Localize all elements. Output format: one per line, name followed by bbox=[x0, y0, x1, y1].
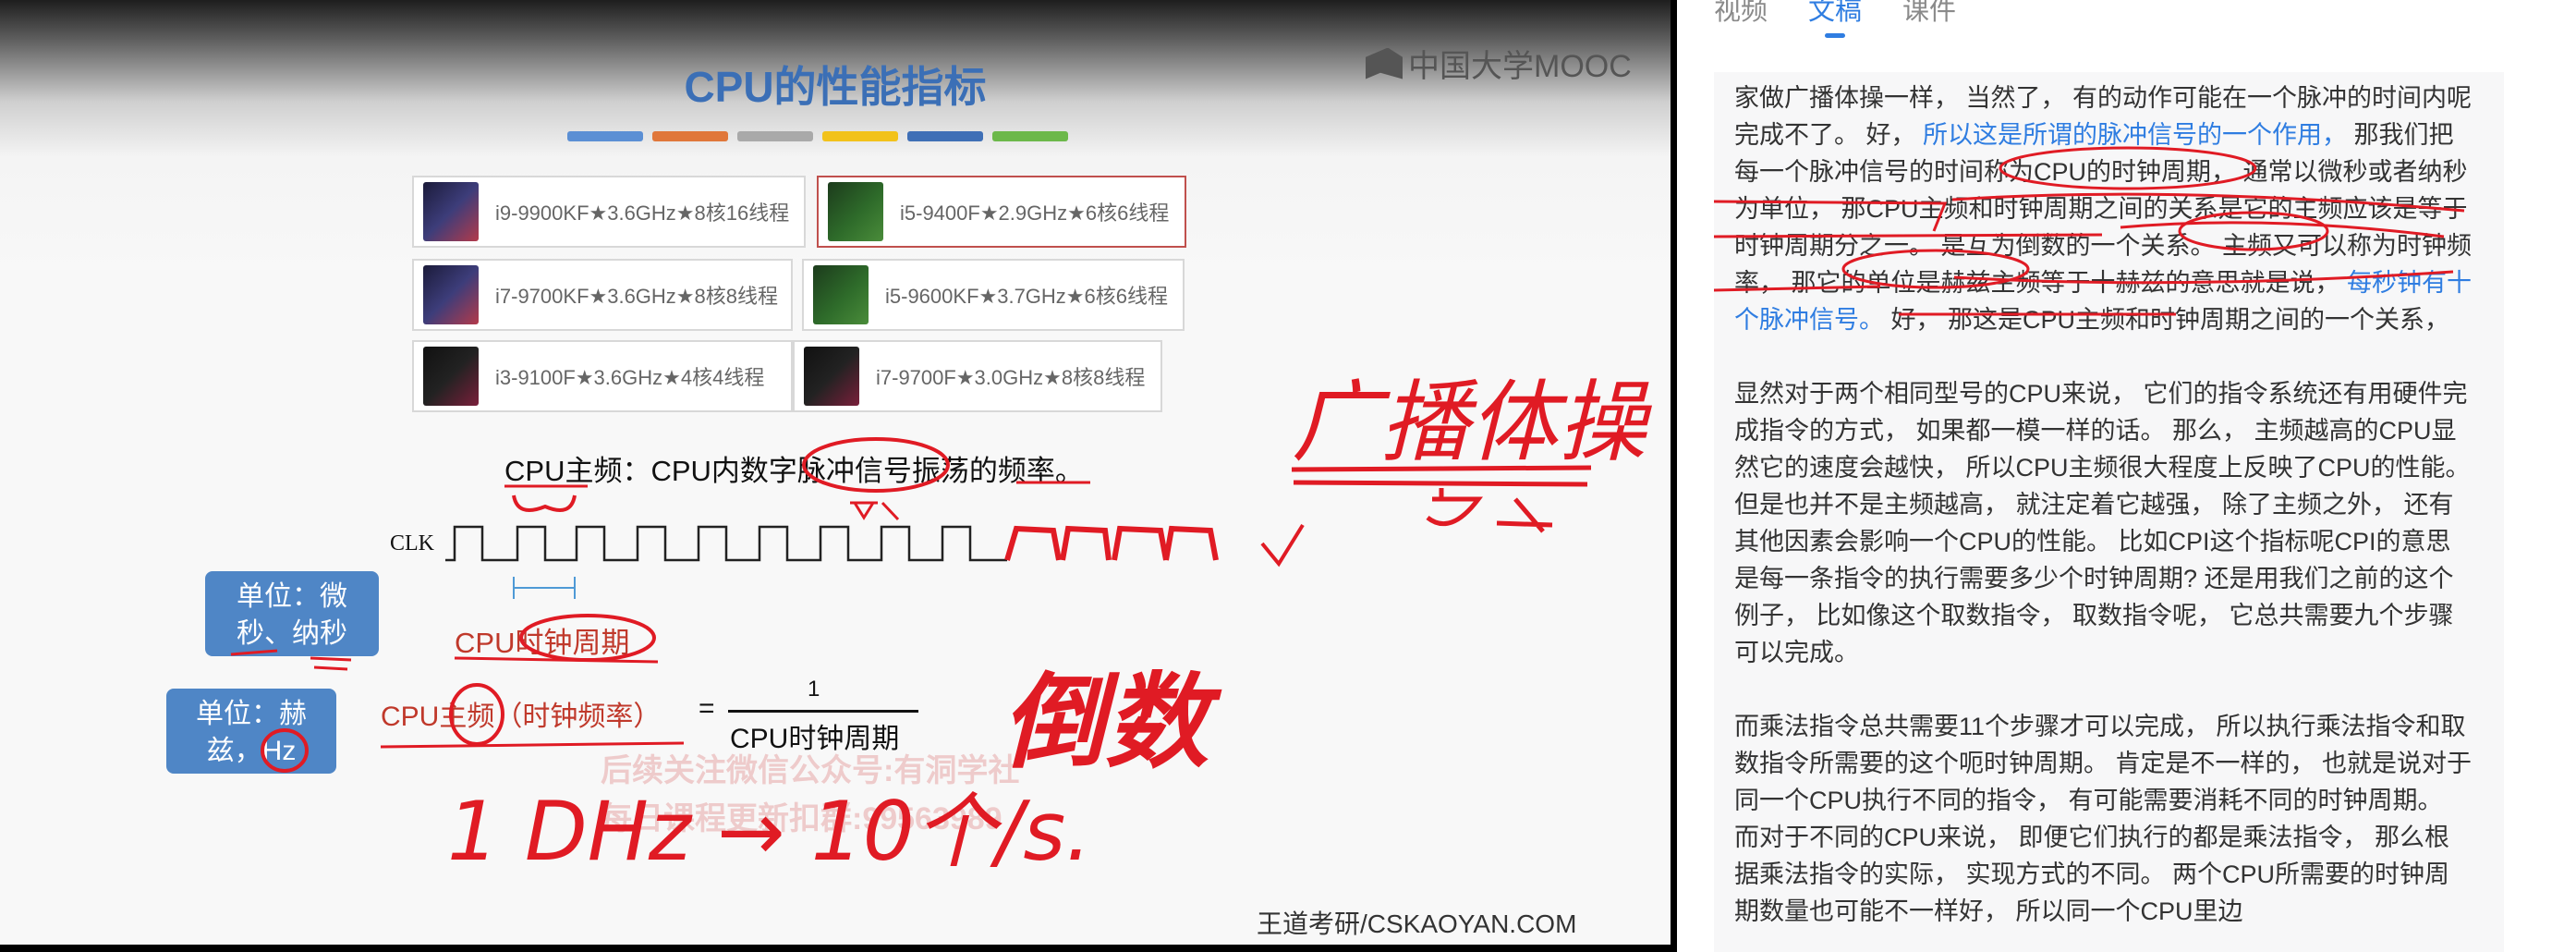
footer-brand: 王道考研/CSKAOYAN.COM bbox=[1257, 909, 1577, 938]
tab-transcript[interactable]: 文稿 bbox=[1808, 0, 1862, 38]
transcript-paragraph: 显然对于两个相同型号的CPU来说， 它们的指令系统还有用硬件完成指令的方式， 如… bbox=[1734, 375, 2473, 671]
transcript-highlight: 所以这是所谓的脉冲信号的一个作用， bbox=[1923, 121, 2348, 149]
callout-period-unit: 单位：微秒、纳秒 bbox=[205, 571, 379, 656]
mooc-logo-text: 中国大学MOOC bbox=[1408, 49, 1632, 84]
transcript-text: 家做广播体操一样， 当然了， 有的动作可能在一个脉冲的时间内呢完成不了。 好， … bbox=[1734, 79, 2473, 952]
cpu-label: i5-9600KF★3.7GHz★6核6线程 bbox=[885, 285, 1169, 308]
clock-period-label: CPU时钟周期 bbox=[455, 627, 630, 659]
cpu-card: i3-9100F★3.6GHz★4核4线程 bbox=[412, 340, 793, 412]
color-bar bbox=[822, 131, 898, 141]
transcript-segment: 好， 那这是CPU主频和时钟周期之间的一个关系， bbox=[1884, 306, 2450, 334]
transcript-paragraph: 家做广播体操一样， 当然了， 有的动作可能在一个脉冲的时间内呢完成不了。 好， … bbox=[1734, 79, 2473, 338]
cpu-card-selected: i5-9400F★2.9GHz★6核6线程 bbox=[817, 176, 1186, 248]
check-mark bbox=[1260, 523, 1305, 568]
transcript-segment: 显然对于两个相同型号的CPU来说， 它们的指令系统还有用硬件完成指令的方式， 如… bbox=[1734, 380, 2471, 666]
callout-period-text: 单位：微秒、纳秒 bbox=[237, 581, 347, 649]
cpu-card: i5-9600KF★3.7GHz★6核6线程 bbox=[802, 259, 1185, 331]
cpu-label: i7-9700F★3.0GHz★8核8线程 bbox=[876, 366, 1146, 389]
tab-courseware[interactable]: 课件 bbox=[1902, 0, 1956, 28]
note-reciprocal: 倒数 bbox=[1002, 663, 1222, 783]
transcript-panel: 视频 文稿 课件 家做广播体操一样， 当然了， 有的动作可能在一个脉冲的时间内呢… bbox=[1677, 0, 2576, 952]
cpu-label: i3-9100F★3.6GHz★4核4线程 bbox=[495, 366, 765, 389]
clk-waveform-handwritten bbox=[1004, 525, 1219, 561]
cpu-chip-icon bbox=[423, 265, 479, 324]
lecture-slide: CPU的性能指标 中国大学MOOC i9-9900KF★3.6GHz★8核16线… bbox=[0, 0, 1671, 945]
cpu-chip-icon bbox=[804, 347, 859, 406]
period-measure-arrow bbox=[513, 577, 576, 599]
watermark-line-1: 后续关注微信公众号:有洞学社 bbox=[601, 753, 1020, 788]
cpu-card: i7-9700KF★3.6GHz★8核8线程 bbox=[412, 259, 793, 331]
cpu-label: i7-9700KF★3.6GHz★8核8线程 bbox=[495, 285, 779, 308]
color-bar bbox=[567, 131, 643, 141]
equals-sign: = bbox=[699, 693, 715, 724]
mooc-logo-icon bbox=[1366, 47, 1403, 79]
clk-waveform bbox=[445, 525, 1007, 562]
clk-label: CLK bbox=[390, 531, 434, 555]
panel-tabs: 视频 文稿 课件 bbox=[1714, 0, 1956, 38]
cpu-card: i7-9700F★3.0GHz★8核8线程 bbox=[793, 340, 1162, 412]
frequency-label: CPU主频（时钟频率） bbox=[381, 702, 662, 732]
main-frequency-definition: CPU主频：CPU内数字脉冲信号振荡的频率。 bbox=[504, 455, 1084, 487]
tab-video[interactable]: 视频 bbox=[1714, 0, 1768, 28]
cpu-chip-icon bbox=[423, 347, 479, 406]
callout-frequency-unit: 单位：赫兹，Hz bbox=[166, 689, 336, 774]
color-bar bbox=[907, 131, 983, 141]
transcript-scroll-area[interactable]: 家做广播体操一样， 当然了， 有的动作可能在一个脉冲的时间内呢完成不了。 好， … bbox=[1714, 72, 2504, 952]
cpu-chip-icon bbox=[423, 182, 479, 241]
note-broadcast: 广播体操 bbox=[1292, 371, 1653, 474]
color-bar bbox=[737, 131, 813, 141]
fraction-bar bbox=[728, 710, 918, 713]
watermark-line-2: 每日课程更新扣群:99563989 bbox=[601, 801, 1002, 836]
cpu-label: i5-9400F★2.9GHz★6核6线程 bbox=[900, 201, 1170, 225]
color-bar bbox=[992, 131, 1068, 141]
broadcast-figure-large bbox=[1291, 465, 1592, 533]
callout-frequency-text: 单位：赫兹，Hz bbox=[196, 699, 307, 766]
broadcast-figure-small bbox=[850, 501, 900, 521]
freq-brace bbox=[512, 494, 577, 512]
video-player[interactable]: CPU的性能指标 中国大学MOOC i9-9900KF★3.6GHz★8核16线… bbox=[0, 0, 1677, 952]
watermark: 后续关注微信公众号:有洞学社 每日课程更新扣群:99563989 bbox=[601, 747, 1019, 843]
cpu-chip-icon bbox=[828, 182, 883, 241]
transcript-paragraph: 而乘法指令总共需要11个步骤才可以完成， 所以执行乘法指令和取数指令所需要的这个… bbox=[1734, 708, 2473, 930]
cpu-label: i9-9900KF★3.6GHz★8核16线程 bbox=[495, 201, 790, 225]
cpu-chip-icon bbox=[813, 265, 869, 324]
color-bar bbox=[652, 131, 728, 141]
fraction-numerator: 1 bbox=[808, 677, 820, 702]
mooc-logo: 中国大学MOOC bbox=[1366, 41, 1632, 86]
slide-color-bars bbox=[567, 131, 1068, 141]
cpu-card: i9-9900KF★3.6GHz★8核16线程 bbox=[412, 176, 806, 248]
transcript-segment: 而乘法指令总共需要11个步骤才可以完成， 所以执行乘法指令和取数指令所需要的这个… bbox=[1734, 713, 2473, 925]
